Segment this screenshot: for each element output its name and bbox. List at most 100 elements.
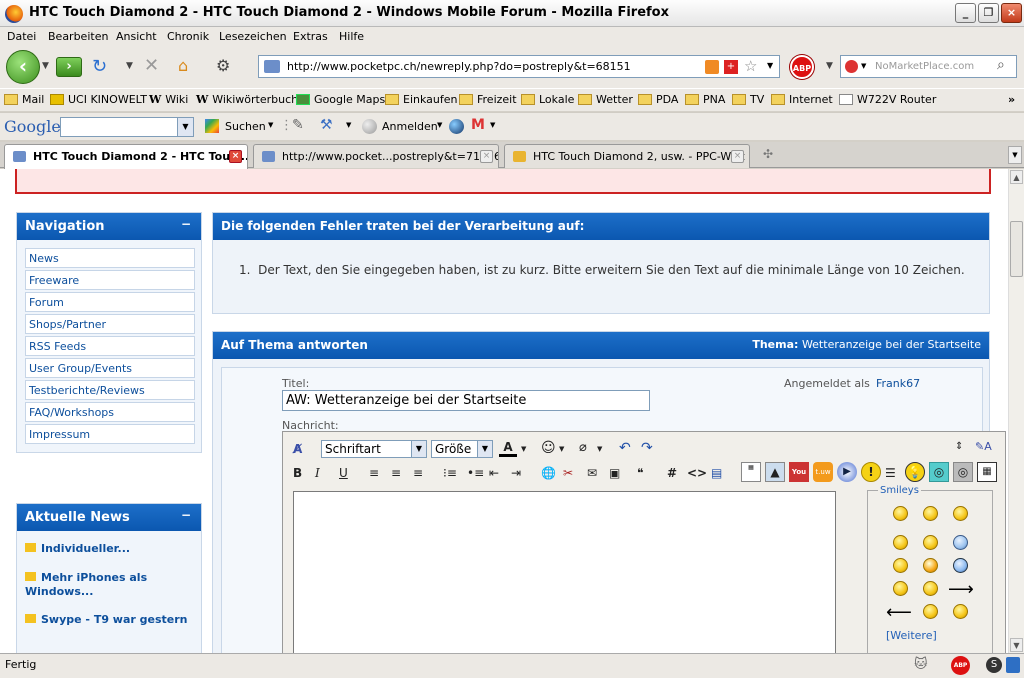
adblock-dropdown-icon[interactable]: ▼ bbox=[826, 61, 833, 71]
gmail-icon[interactable]: M bbox=[471, 117, 485, 133]
html-code-icon[interactable]: <> bbox=[687, 464, 707, 483]
switch-editor-mode-icon[interactable]: ✎A bbox=[975, 438, 992, 457]
back-button[interactable]: ‹ bbox=[6, 50, 40, 84]
google-logo[interactable]: Google bbox=[4, 117, 61, 136]
google-search-dropdown-icon[interactable]: ▼ bbox=[177, 118, 193, 136]
ordered-list-icon[interactable]: ⁝≡ bbox=[443, 464, 457, 483]
addon-icon[interactable]: ⚙ bbox=[216, 56, 230, 75]
tab-close-icon[interactable]: × bbox=[480, 150, 493, 163]
align-center-icon[interactable]: ≡ bbox=[391, 464, 401, 483]
title-input[interactable]: AW: Wetteranzeige bei der Startseite bbox=[282, 390, 650, 411]
close-window-button[interactable]: × bbox=[1001, 3, 1022, 23]
bookmark-google-maps[interactable]: Google Maps bbox=[296, 93, 385, 106]
menu-lesezeichen[interactable]: Lesezeichen bbox=[219, 30, 287, 43]
logged-in-user-link[interactable]: Frank67 bbox=[876, 377, 920, 390]
hide-icon[interactable]: ◎ bbox=[953, 462, 973, 482]
menu-hilfe[interactable]: Hilfe bbox=[339, 30, 364, 43]
size-select[interactable]: Größe ▼ bbox=[431, 440, 493, 458]
news-item[interactable]: Individueller... bbox=[25, 542, 195, 556]
quote-icon[interactable]: ❝ bbox=[637, 464, 643, 483]
news-item[interactable]: Mehr iPhones als Windows... bbox=[25, 571, 195, 599]
menu-ansicht[interactable]: Ansicht bbox=[116, 30, 157, 43]
underline-icon[interactable]: U bbox=[339, 464, 348, 483]
smiley-surprised-icon[interactable] bbox=[953, 506, 968, 521]
adblock-status-icon[interactable]: ABP bbox=[951, 656, 970, 675]
search-engine-icon[interactable] bbox=[845, 60, 858, 73]
bookmark-einkaufen[interactable]: Einkaufen bbox=[385, 93, 457, 106]
bookmark-wiki[interactable]: W Wiki bbox=[149, 93, 188, 106]
collapse-icon[interactable]: − bbox=[181, 508, 191, 522]
cat-icon[interactable]: 🐱 bbox=[914, 657, 942, 675]
sidebar-item-faq-workshops[interactable]: FAQ/Workshops bbox=[25, 402, 195, 422]
tab-close-icon[interactable]: × bbox=[229, 150, 242, 163]
bookmark-freizeit[interactable]: Freizeit bbox=[459, 93, 517, 106]
lastfm-icon[interactable]: t.uw bbox=[813, 462, 833, 482]
google-search-input[interactable]: ▼ bbox=[60, 117, 194, 137]
wrench-dropdown-icon[interactable]: ▼ bbox=[346, 121, 351, 129]
arrow-right-icon[interactable]: ⟶ bbox=[948, 579, 974, 600]
sidebar-item-news[interactable]: News bbox=[25, 248, 195, 268]
insert-table-icon[interactable]: ▦ bbox=[977, 462, 997, 482]
sidebar-item-testberichte-reviews[interactable]: Testberichte/Reviews bbox=[25, 380, 195, 400]
arrow-left-icon[interactable]: ⟵ bbox=[886, 602, 912, 623]
unordered-list-icon[interactable]: •≡ bbox=[467, 464, 484, 483]
bookmark-pda[interactable]: PDA bbox=[638, 93, 678, 106]
youtube-icon[interactable]: You bbox=[789, 462, 809, 482]
sidebar-item-shops-partner[interactable]: Shops/Partner bbox=[25, 314, 195, 334]
new-tab-icon[interactable]: ✣ bbox=[763, 147, 773, 161]
align-left-icon[interactable]: ≡ bbox=[369, 464, 379, 483]
wrench-icon[interactable]: ⚒ bbox=[320, 117, 333, 133]
smiley-rolleyes-icon[interactable] bbox=[923, 581, 938, 596]
minimize-button[interactable]: _ bbox=[955, 3, 976, 23]
message-textarea[interactable] bbox=[293, 491, 836, 653]
insert-picture-icon[interactable]: ▲ bbox=[765, 462, 785, 482]
scroll-up-icon[interactable]: ▲ bbox=[1010, 170, 1023, 184]
pencil-icon[interactable]: ✎ bbox=[292, 117, 304, 133]
reload-dropdown-icon[interactable]: ▼ bbox=[126, 61, 133, 71]
undo-icon[interactable]: ↶ bbox=[619, 439, 631, 458]
scroll-thumb[interactable] bbox=[1010, 221, 1023, 277]
smiley-grin-icon[interactable] bbox=[923, 506, 938, 521]
back-history-dropdown-icon[interactable]: ▼ bbox=[42, 61, 49, 71]
attachment-dropdown-icon[interactable]: ▼ bbox=[597, 440, 602, 459]
signin-dropdown-icon[interactable]: ▼ bbox=[437, 121, 442, 129]
bookmark-tv[interactable]: TV bbox=[732, 93, 764, 106]
address-bar[interactable]: http://www.pocketpc.ch/newreply.php?do=p… bbox=[258, 55, 780, 78]
tab-htc-touch-diamond[interactable]: HTC Touch Diamond 2 - HTC Touc... × bbox=[4, 144, 248, 169]
remove-link-icon[interactable]: ✂ bbox=[563, 464, 573, 483]
bookmark-star-icon[interactable]: ☆ bbox=[744, 57, 757, 75]
font-select[interactable]: Schriftart ▼ bbox=[321, 440, 427, 458]
collapse-icon[interactable]: − bbox=[181, 217, 191, 231]
menu-extras[interactable]: Extras bbox=[293, 30, 328, 43]
horizontal-rule-icon[interactable]: ☰ bbox=[885, 464, 896, 483]
remove-format-icon[interactable]: A̸ bbox=[293, 440, 302, 459]
smiley-mad-icon[interactable] bbox=[893, 558, 908, 573]
search-engine-dropdown-icon[interactable]: ▼ bbox=[861, 62, 866, 70]
smiley-tongue-icon[interactable] bbox=[923, 558, 938, 573]
url-text[interactable]: http://www.pocketpc.ch/newreply.php?do=p… bbox=[287, 60, 631, 73]
insert-email-icon[interactable]: ✉ bbox=[587, 464, 597, 483]
rss-feed-icon[interactable] bbox=[705, 60, 719, 74]
text-color-dropdown-icon[interactable]: ▼ bbox=[521, 440, 526, 459]
redo-icon[interactable]: ↷ bbox=[641, 439, 653, 458]
sidebar-item-freeware[interactable]: Freeware bbox=[25, 270, 195, 290]
bookmark-pna[interactable]: PNA bbox=[685, 93, 725, 106]
sidebar-item-forum[interactable]: Forum bbox=[25, 292, 195, 312]
tab-list-dropdown-icon[interactable]: ▼ bbox=[1008, 146, 1022, 164]
insert-thumbnail-icon[interactable]: ▦ bbox=[741, 462, 761, 482]
menu-bearbeiten[interactable]: Bearbeiten bbox=[48, 30, 108, 43]
smiley-smile-icon[interactable] bbox=[893, 506, 908, 521]
tab-pocketpc-postreply[interactable]: http://www.pocket...postreply&t=71476 × bbox=[253, 144, 499, 168]
italic-icon[interactable]: I bbox=[315, 464, 320, 483]
insert-link-icon[interactable]: 🌐 bbox=[541, 464, 556, 483]
bookmark-wikiwoerterbuch[interactable]: W Wikiwörterbuch bbox=[196, 93, 298, 106]
smiley-eek-icon[interactable] bbox=[953, 558, 968, 573]
globe-icon[interactable] bbox=[449, 119, 464, 134]
skype-status-icon[interactable]: S bbox=[986, 657, 1002, 673]
code-hash-icon[interactable]: # bbox=[667, 464, 677, 483]
menu-chronik[interactable]: Chronik bbox=[167, 30, 209, 43]
media-play-icon[interactable]: ▶ bbox=[837, 462, 857, 482]
smiley-dropdown-icon[interactable]: ▼ bbox=[559, 440, 564, 459]
warning-icon[interactable]: ! bbox=[861, 462, 881, 482]
smiley-unsure-icon[interactable] bbox=[953, 604, 968, 619]
